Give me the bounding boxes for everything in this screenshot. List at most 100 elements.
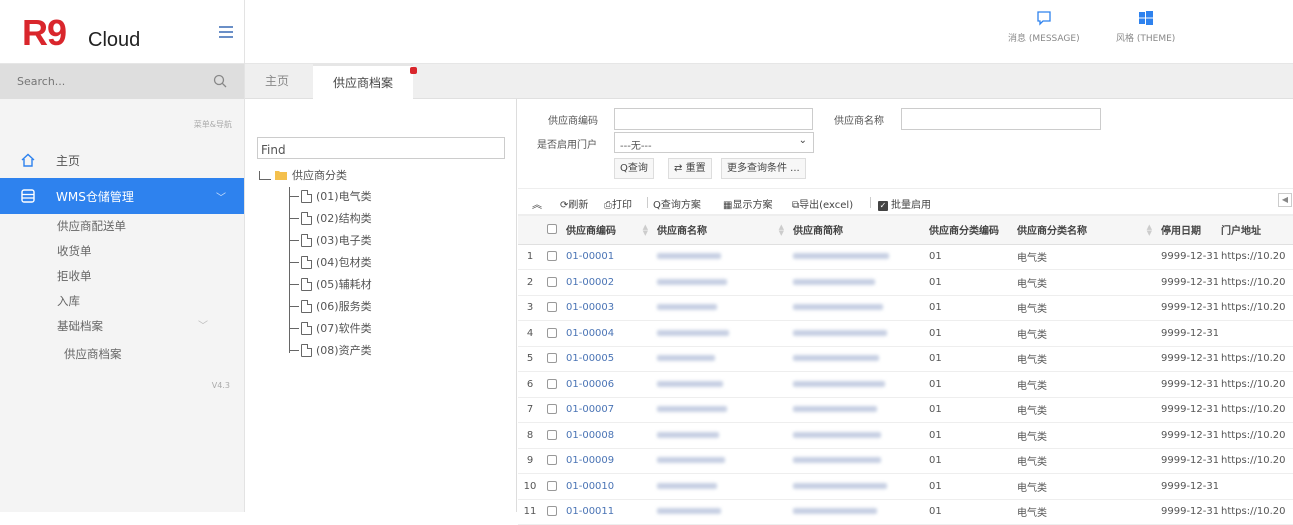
- redacted-text: [657, 355, 715, 362]
- tree-node[interactable]: (03)电子类: [289, 231, 372, 249]
- checkbox-icon: [547, 480, 557, 491]
- portal-select[interactable]: ---无--- ⌄: [614, 132, 814, 153]
- sidebar-item-wms[interactable]: WMS仓储管理 ﹀: [0, 178, 244, 214]
- tree-node[interactable]: (08)资产类: [289, 341, 372, 359]
- sidebar-item-receipt[interactable]: 收货单: [0, 239, 244, 264]
- supplier-name-input[interactable]: [901, 108, 1101, 130]
- more-conditions-button[interactable]: 更多查询条件 ...: [721, 158, 806, 179]
- row-checkbox[interactable]: [542, 448, 563, 474]
- search-icon[interactable]: [213, 74, 227, 88]
- column-settings-icon[interactable]: ◀: [1278, 193, 1292, 207]
- sidebar-item-inbound[interactable]: 入库: [0, 289, 244, 314]
- print-button[interactable]: ⎙打印: [604, 196, 632, 211]
- column-header-stop-date[interactable]: 停用日期: [1158, 214, 1218, 245]
- batch-enable-button[interactable]: ✓ 批量启用: [878, 196, 931, 211]
- export-button[interactable]: ⧉导出(excel): [792, 196, 853, 211]
- supplier-code-cell[interactable]: 01-00001: [563, 244, 654, 270]
- supplier-code-cell[interactable]: 01-00008: [563, 422, 654, 449]
- sidebar-item-supplier[interactable]: 供应商档案: [0, 339, 244, 367]
- checkbox-icon: [547, 404, 557, 415]
- row-number: 7: [518, 397, 542, 423]
- column-header-category-name[interactable]: 供应商分类名称 ▲ ▼: [1014, 214, 1158, 245]
- tab-home[interactable]: 主页: [265, 64, 289, 99]
- table-row[interactable]: 8 01-00008 01 电气类 9999-12-31 https://10.20: [518, 422, 1293, 449]
- refresh-button[interactable]: ⟳刷新: [560, 196, 588, 211]
- column-header-short-name[interactable]: 供应商简称: [790, 214, 926, 245]
- row-checkbox[interactable]: [542, 346, 563, 372]
- sidebar-item-home[interactable]: 主页: [0, 142, 244, 178]
- tree-node-label: (01)电气类: [316, 190, 372, 203]
- supplier-code-cell[interactable]: 01-00010: [563, 473, 654, 500]
- tree-root[interactable]: 供应商分类: [259, 167, 347, 183]
- row-checkbox[interactable]: [542, 397, 563, 423]
- tab-supplier[interactable]: 供应商档案: [313, 64, 417, 99]
- tree-node[interactable]: (04)包材类: [289, 253, 372, 271]
- redacted-text: [657, 329, 729, 336]
- row-checkbox[interactable]: [542, 269, 563, 296]
- display-plan-button[interactable]: ▦显示方案: [723, 196, 772, 211]
- table-row[interactable]: 6 01-00006 01 电气类 9999-12-31 https://10.20: [518, 371, 1293, 398]
- table-row[interactable]: 5 01-00005 01 电气类 9999-12-31 https://10.20: [518, 346, 1293, 372]
- sidebar-item-delivery[interactable]: 供应商配送单: [0, 214, 244, 239]
- table-row[interactable]: 4 01-00004 01 电气类 9999-12-31: [518, 320, 1293, 347]
- supplier-short-name-cell: [790, 269, 926, 296]
- main-content: 供应商编码 供应商名称 是否启用门户 ---无--- ⌄ Q查询 ⇄ 重置 更多…: [518, 99, 1293, 525]
- supplier-code-cell[interactable]: 01-00009: [563, 448, 654, 474]
- hamburger-menu-icon[interactable]: [219, 26, 233, 38]
- checkbox-icon: [547, 506, 557, 517]
- supplier-code-cell[interactable]: 01-00003: [563, 295, 654, 321]
- redacted-text: [657, 253, 721, 260]
- column-header-category-code[interactable]: 供应商分类编码: [926, 214, 1014, 245]
- redacted-text: [793, 457, 881, 464]
- row-number: 6: [518, 371, 542, 398]
- logo-bar: R9 Cloud: [0, 0, 244, 64]
- close-tab-icon[interactable]: [410, 67, 417, 74]
- redacted-text: [793, 380, 885, 387]
- table-row[interactable]: 2 01-00002 01 电气类 9999-12-31 https://10.20: [518, 269, 1293, 296]
- supplier-code-cell[interactable]: 01-00004: [563, 320, 654, 347]
- category-name-cell: 电气类: [1014, 422, 1158, 449]
- tree-node[interactable]: (07)软件类: [289, 319, 372, 337]
- row-number: 3: [518, 295, 542, 321]
- column-header-code[interactable]: 供应商编码 ▲ ▼: [563, 214, 654, 245]
- sidebar-item-reject[interactable]: 拒收单: [0, 264, 244, 289]
- toolbar-divider: [870, 197, 871, 208]
- query-button[interactable]: Q查询: [614, 158, 654, 179]
- supplier-code-cell[interactable]: 01-00005: [563, 346, 654, 372]
- row-checkbox[interactable]: [542, 320, 563, 347]
- tree-find-input[interactable]: [257, 137, 505, 159]
- row-checkbox[interactable]: [542, 371, 563, 398]
- folder-icon: [275, 171, 287, 180]
- tree-node[interactable]: (06)服务类: [289, 297, 372, 315]
- select-all-checkbox[interactable]: [542, 214, 563, 245]
- supplier-code-cell[interactable]: 01-00002: [563, 269, 654, 296]
- collapse-icon[interactable]: ︽: [532, 196, 542, 211]
- row-checkbox[interactable]: [542, 244, 563, 270]
- tree-node[interactable]: (05)辅耗材: [289, 275, 372, 293]
- portal-url-cell: [1218, 473, 1293, 500]
- row-checkbox[interactable]: [542, 295, 563, 321]
- query-plan-button[interactable]: Q查询方案: [653, 196, 701, 211]
- row-checkbox[interactable]: [542, 473, 563, 500]
- message-button[interactable]: 消息 (MESSAGE): [1008, 10, 1080, 44]
- table-row[interactable]: 7 01-00007 01 电气类 9999-12-31 https://10.20: [518, 397, 1293, 423]
- search-input[interactable]: [0, 64, 200, 99]
- sidebar-group-basic[interactable]: 基础档案 ﹀: [0, 314, 244, 339]
- theme-button[interactable]: 风格 (THEME): [1116, 10, 1175, 44]
- table-row[interactable]: 9 01-00009 01 电气类 9999-12-31 https://10.20: [518, 448, 1293, 474]
- row-checkbox[interactable]: [542, 422, 563, 449]
- supplier-code-cell[interactable]: 01-00006: [563, 371, 654, 398]
- column-header-portal[interactable]: 门户地址: [1218, 214, 1293, 245]
- supplier-code-input[interactable]: [614, 108, 813, 130]
- reset-button[interactable]: ⇄ 重置: [668, 158, 712, 179]
- table-row[interactable]: 10 01-00010 01 电气类 9999-12-31: [518, 473, 1293, 500]
- supplier-code-cell[interactable]: 01-00007: [563, 397, 654, 423]
- table-row[interactable]: 1 01-00001 01 电气类 9999-12-31 https://10.20: [518, 244, 1293, 270]
- supplier-name-cell: [654, 397, 790, 423]
- column-header-name[interactable]: 供应商名称 ▲ ▼: [654, 214, 790, 245]
- tree-node[interactable]: (01)电气类: [289, 187, 372, 205]
- tree-node[interactable]: (02)结构类: [289, 209, 372, 227]
- redacted-text: [657, 380, 723, 387]
- table-row[interactable]: 3 01-00003 01 电气类 9999-12-31 https://10.20: [518, 295, 1293, 321]
- category-code-cell: 01: [926, 269, 1014, 296]
